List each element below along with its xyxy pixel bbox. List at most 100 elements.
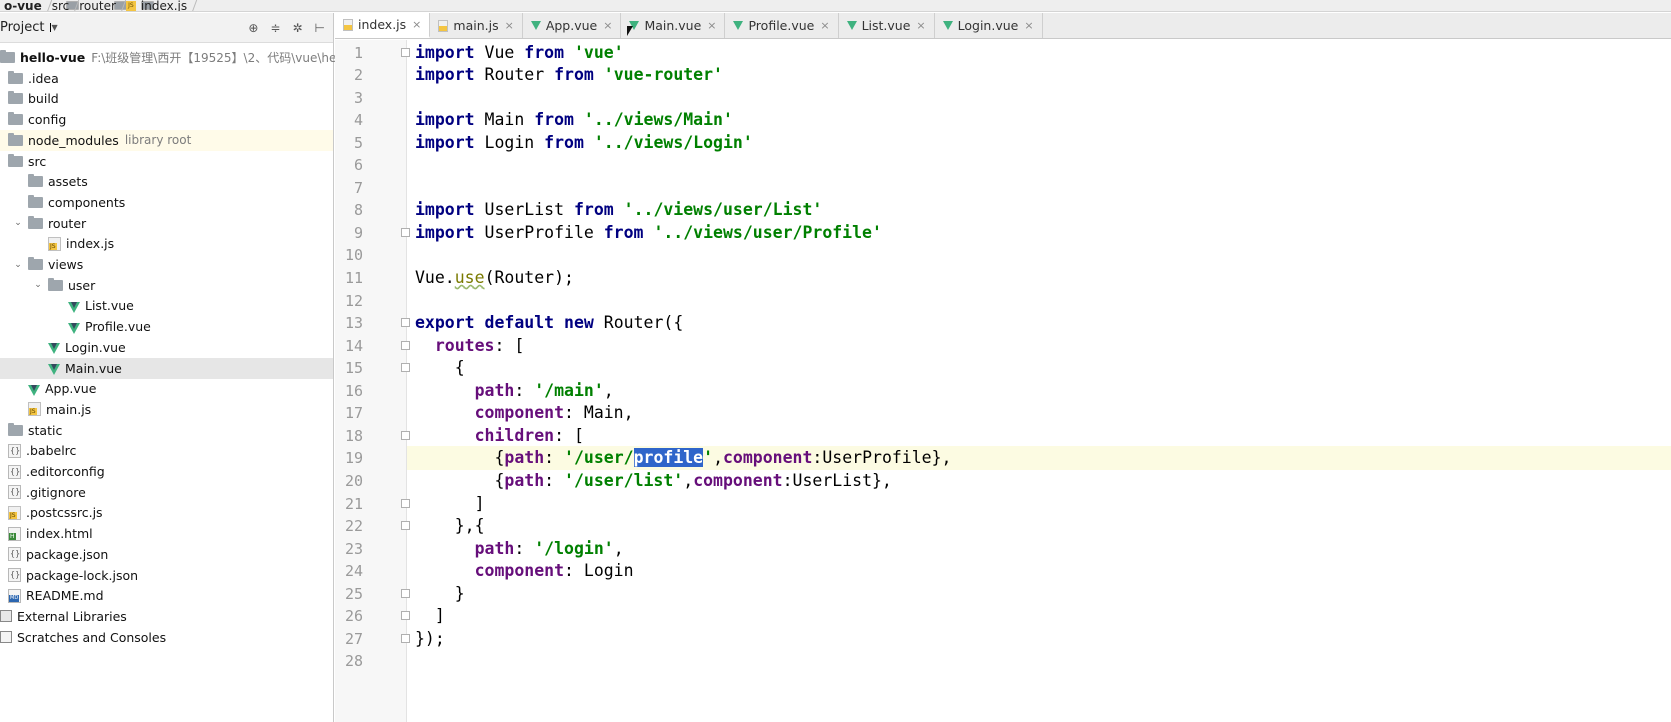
code-editor[interactable]: 1 2 3 4 5 6 7 8 9 10 11 12 13 14 15 16 17 18 19 20 21 22 23 24 2… (335, 26, 1671, 722)
tab-list-vue[interactable]: List.vue × (839, 13, 935, 38)
chevron-down-icon[interactable]: ▼ (50, 23, 58, 32)
breadcrumb-item[interactable]: router (75, 0, 155, 12)
tree-item[interactable]: Main.vue (0, 357, 333, 379)
tree-item[interactable]: config (0, 109, 333, 130)
code-line[interactable] (415, 289, 1671, 313)
code-line[interactable]: { (415, 356, 1671, 380)
gear-icon[interactable]: ✲ (292, 21, 302, 35)
line-number: 17 (344, 404, 363, 423)
chevron-down-icon[interactable]: ⌄ (32, 280, 44, 290)
close-icon[interactable]: × (820, 19, 829, 32)
tree-item[interactable]: .editorconfig (0, 461, 333, 482)
tab-index-js[interactable]: index.js × (335, 13, 431, 38)
close-icon[interactable]: × (916, 19, 925, 32)
code-line[interactable] (415, 153, 1671, 177)
locate-icon[interactable]: ⊕ (248, 21, 258, 35)
close-icon[interactable]: × (707, 19, 716, 32)
tree-item[interactable]: package.json (0, 544, 333, 565)
code-line[interactable]: ] (415, 492, 1671, 516)
tree-item[interactable]: App.vue (0, 378, 333, 399)
code-line[interactable]: path: '/main', (415, 379, 1671, 403)
tree-item[interactable]: .idea (0, 68, 333, 89)
breadcrumb-item[interactable]: src (48, 0, 127, 11)
fold-marker-icon[interactable] (401, 521, 410, 531)
tree-item[interactable]: build (0, 88, 333, 109)
fold-marker-icon[interactable] (401, 340, 410, 350)
fold-marker-icon[interactable] (401, 363, 410, 373)
tree-item[interactable]: ⌄ user (0, 275, 333, 296)
code-line[interactable]: import UserList from '../views/user/List… (415, 198, 1671, 222)
tab-app-vue[interactable]: App.vue × (523, 13, 622, 38)
code-line[interactable]: } (415, 582, 1671, 606)
tree-item[interactable]: hello-vue F:\班级管理\西开【19525】\2、代码\vue\hell… (0, 47, 362, 68)
tree-item[interactable]: index.html (0, 523, 333, 544)
tree-item[interactable]: Profile.vue (0, 316, 333, 337)
code-line[interactable]: Vue.use(Router); (415, 266, 1671, 290)
tab-profile-vue[interactable]: Profile.vue × (725, 13, 839, 38)
fold-marker-icon[interactable] (401, 633, 410, 643)
breadcrumb-item[interactable]: o-vue (0, 0, 79, 11)
tree-item[interactable]: Scratches and Consoles (0, 627, 333, 648)
code-line[interactable]: }); (415, 627, 1671, 651)
code-line[interactable]: children: [ (415, 424, 1671, 448)
code-line[interactable]: },{ (415, 514, 1671, 538)
code-line[interactable]: path: '/login', (415, 537, 1671, 561)
tree-item[interactable]: .postcssrc.js (0, 502, 333, 523)
fold-marker-icon[interactable] (401, 47, 410, 57)
tree-item[interactable]: README.md (0, 585, 333, 606)
code-line[interactable]: import UserProfile from '../views/user/P… (415, 221, 1671, 245)
tab-label: index.js (358, 17, 407, 32)
code-line[interactable] (415, 86, 1671, 110)
tree-item[interactable]: node_modules library root (0, 129, 333, 151)
mouse-cursor-icon (627, 26, 639, 36)
tree-item[interactable]: src (0, 151, 333, 172)
tree-item[interactable]: ⌄ views (0, 254, 333, 275)
tree-item[interactable]: main.js (0, 399, 333, 420)
breadcrumb-item[interactable]: JS index.js (122, 0, 193, 11)
tab-login-vue[interactable]: Login.vue × (935, 13, 1043, 38)
code-line[interactable]: component: Main, (415, 401, 1671, 425)
tree-item-label: components (48, 194, 126, 210)
tree-item[interactable]: External Libraries (0, 606, 333, 627)
fold-marker-icon[interactable] (401, 430, 410, 440)
code-line[interactable]: import Main from '../views/Main' (415, 108, 1671, 132)
close-icon[interactable]: × (505, 19, 514, 32)
tree-item[interactable]: List.vue (0, 295, 333, 316)
close-icon[interactable]: × (603, 19, 612, 32)
tree-item[interactable]: package-lock.json (0, 565, 333, 586)
fold-marker-icon[interactable] (401, 588, 410, 598)
code-line[interactable]: import Login from '../views/Login' (415, 131, 1671, 155)
fold-marker-icon[interactable] (401, 611, 410, 621)
collapse-all-icon[interactable]: ≑ (270, 21, 280, 35)
breadcrumb-label: router (79, 0, 116, 12)
code-line[interactable] (415, 649, 1671, 673)
fold-marker-icon[interactable] (401, 227, 410, 237)
code-line[interactable]: export default new Router({ (415, 311, 1671, 335)
code-line[interactable]: ] (415, 604, 1671, 628)
tree-item[interactable]: ⌄ router (0, 213, 333, 234)
tree-item[interactable]: Login.vue (0, 337, 333, 358)
tree-item[interactable]: .gitignore (0, 482, 333, 503)
code-line[interactable]: import Router from 'vue-router' (415, 63, 1671, 87)
code-line[interactable]: component: Login (415, 559, 1671, 583)
tree-item[interactable]: static (0, 420, 333, 441)
project-panel-title[interactable]: Project (0, 20, 44, 35)
code-line[interactable]: {path: '/user/list',component:UserList}, (415, 469, 1671, 493)
tree-item[interactable]: index.js (0, 233, 333, 254)
close-icon[interactable]: × (412, 18, 421, 31)
code-line[interactable] (415, 243, 1671, 267)
code-line[interactable]: {path: '/user/profile',component:UserPro… (407, 446, 1671, 471)
chevron-down-icon[interactable]: ⌄ (12, 218, 24, 228)
tree-item[interactable]: assets (0, 171, 333, 192)
chevron-down-icon[interactable]: ⌄ (12, 260, 24, 270)
fold-marker-icon[interactable] (401, 498, 410, 508)
fold-marker-icon[interactable] (401, 318, 410, 328)
code-line[interactable]: routes: [ (415, 334, 1671, 358)
hide-panel-icon[interactable]: ⊢ (315, 21, 325, 35)
code-line[interactable] (415, 176, 1671, 200)
tree-item[interactable]: components (0, 192, 333, 213)
code-line[interactable]: import Vue from 'vue' (415, 41, 1671, 65)
close-icon[interactable]: × (1024, 19, 1033, 32)
tree-item[interactable]: .babelrc (0, 440, 333, 461)
tab-main-js[interactable]: main.js × (430, 13, 523, 38)
